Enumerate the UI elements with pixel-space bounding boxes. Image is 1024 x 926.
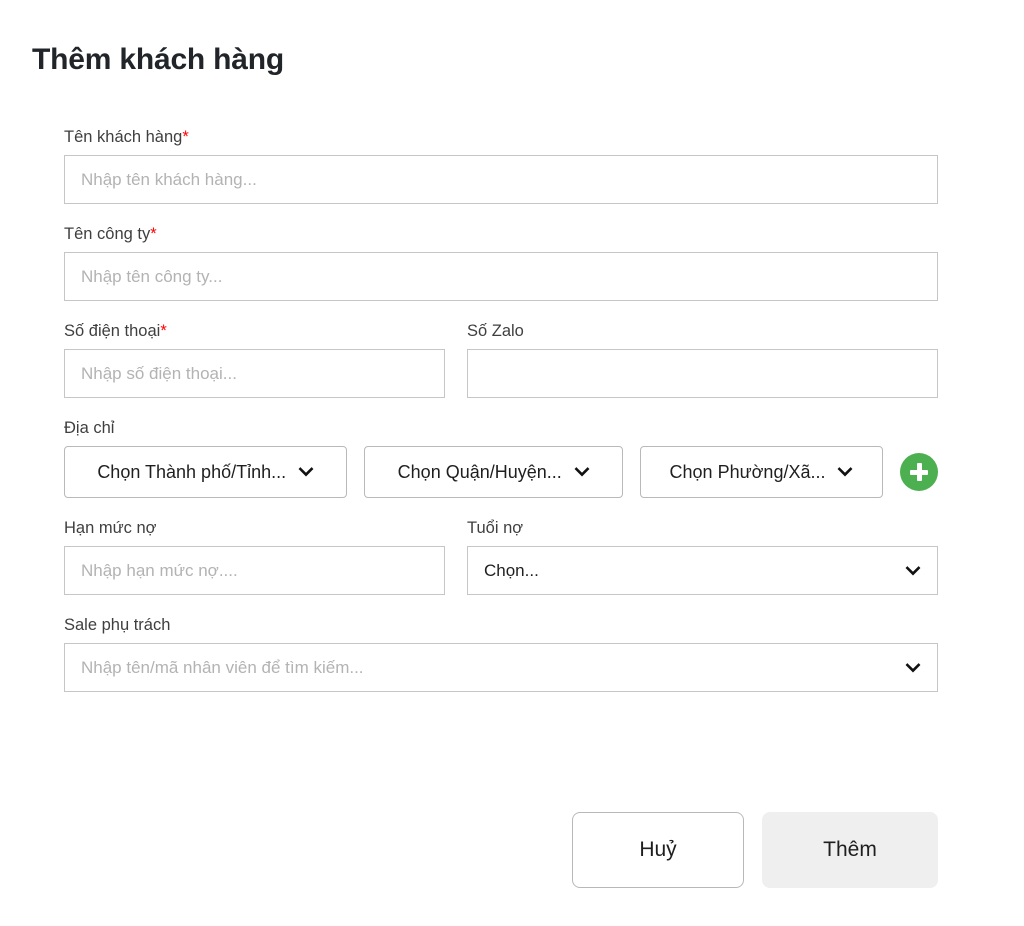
label-address: Địa chỉ (64, 419, 115, 437)
field-group-debt-age: Tuổi nợ Chọn... (467, 517, 938, 595)
add-customer-form: Tên khách hàng* Nhập tên khách hàng... T… (64, 126, 938, 711)
city-select[interactable]: Chọn Thành phố/Tỉnh... (64, 446, 348, 498)
district-select-value: Chọn Quận/Huyện... (397, 461, 562, 482)
city-select-value: Chọn Thành phố/Tỉnh... (97, 461, 287, 482)
plus-icon (910, 463, 928, 481)
label-phone-text: Số điện thoại (64, 322, 161, 340)
required-asterisk: * (182, 128, 189, 146)
label-phone: Số điện thoại* (64, 320, 445, 342)
label-customer-name-text: Tên khách hàng (64, 128, 183, 146)
sale-owner-placeholder: Nhập tên/mã nhân viên để tìm kiếm... (81, 657, 364, 677)
ward-select-value: Chọn Phường/Xã... (669, 461, 826, 482)
field-group-company-name: Tên công ty* Nhập tên công ty... (64, 223, 938, 301)
cancel-button[interactable]: Huỷ (572, 812, 744, 888)
required-asterisk: * (160, 322, 167, 340)
zalo-input[interactable] (467, 349, 938, 398)
label-company-name-text: Tên công ty (64, 225, 151, 243)
field-group-sale-owner: Sale phụ trách Nhập tên/mã nhân viên để … (64, 614, 938, 692)
debt-limit-input[interactable]: Nhập hạn mức nợ.... (64, 546, 445, 595)
label-debt-limit: Hạn mức nợ (64, 519, 157, 537)
label-sale-owner: Sale phụ trách (64, 616, 171, 634)
field-group-debt: Hạn mức nợ Nhập hạn mức nợ.... Tuổi nợ C… (64, 517, 938, 595)
label-company-name: Tên công ty* (64, 223, 938, 245)
district-select[interactable]: Chọn Quận/Huyện... (364, 446, 624, 498)
submit-button[interactable]: Thêm (762, 812, 938, 888)
add-address-button[interactable] (900, 453, 938, 491)
page-title: Thêm khách hàng (32, 43, 285, 76)
phone-placeholder: Nhập số điện thoại... (81, 363, 237, 383)
debt-limit-placeholder: Nhập hạn mức nợ.... (81, 560, 238, 580)
field-group-address: Địa chỉ Chọn Thành phố/Tỉnh... Chọn Quận… (64, 417, 938, 498)
debt-age-select[interactable]: Chọn... (467, 546, 938, 595)
sale-owner-input[interactable]: Nhập tên/mã nhân viên để tìm kiếm... (64, 643, 938, 692)
field-group-phone-zalo: Số điện thoại* Nhập số điện thoại... Số … (64, 320, 938, 398)
required-asterisk: * (150, 225, 157, 243)
field-group-zalo: Số Zalo (467, 320, 938, 398)
field-group-phone: Số điện thoại* Nhập số điện thoại... (64, 320, 445, 398)
phone-input[interactable]: Nhập số điện thoại... (64, 349, 445, 398)
ward-select[interactable]: Chọn Phường/Xã... (640, 446, 883, 498)
label-zalo: Số Zalo (467, 322, 524, 340)
field-group-customer-name: Tên khách hàng* Nhập tên khách hàng... (64, 126, 938, 204)
customer-name-placeholder: Nhập tên khách hàng... (81, 169, 257, 189)
address-selects-row: Chọn Thành phố/Tỉnh... Chọn Quận/Huyện..… (64, 446, 938, 498)
chevron-down-icon (574, 464, 590, 480)
company-name-input[interactable]: Nhập tên công ty... (64, 252, 938, 301)
company-name-placeholder: Nhập tên công ty... (81, 266, 223, 286)
chevron-down-icon (905, 563, 921, 579)
chevron-down-icon (837, 464, 853, 480)
chevron-down-icon (298, 464, 314, 480)
add-customer-dialog: Thêm khách hàng Tên khách hàng* Nhập tên… (0, 0, 1024, 926)
label-debt-age: Tuổi nợ (467, 519, 524, 537)
field-group-debt-limit: Hạn mức nợ Nhập hạn mức nợ.... (64, 517, 445, 595)
customer-name-input[interactable]: Nhập tên khách hàng... (64, 155, 938, 204)
dialog-footer: Huỷ Thêm (0, 812, 1024, 888)
chevron-down-icon (905, 660, 921, 676)
debt-age-select-value: Chọn... (484, 560, 539, 580)
label-customer-name: Tên khách hàng* (64, 126, 938, 148)
